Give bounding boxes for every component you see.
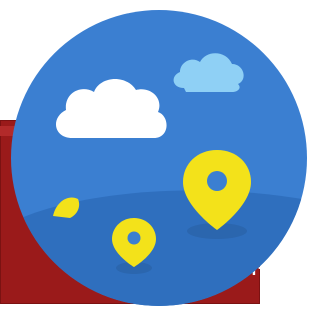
app-icon[interactable] (8, 6, 310, 310)
ground-hill (11, 190, 307, 306)
